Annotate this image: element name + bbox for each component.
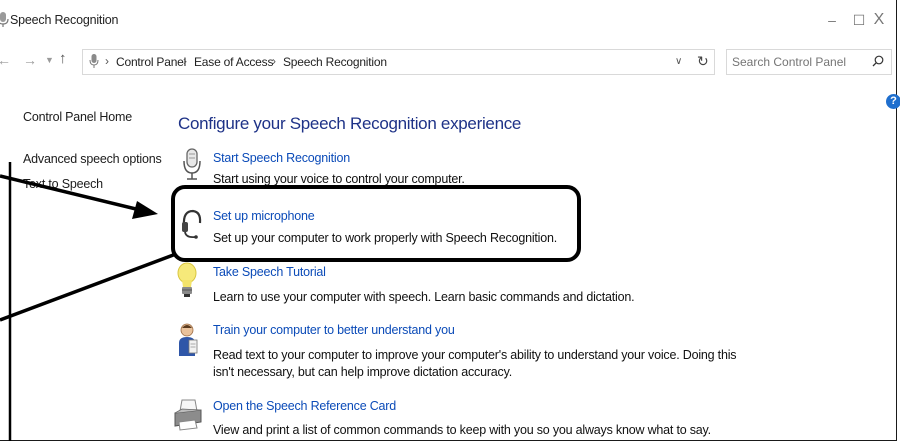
refresh-icon[interactable]: ↻ <box>697 53 709 70</box>
speech-reference-card-link[interactable]: Open the Speech Reference Card <box>213 399 396 413</box>
speech-reference-card-description: View and print a list of common commands… <box>213 423 711 437</box>
microphone-icon <box>89 54 99 68</box>
search-box[interactable] <box>726 49 892 75</box>
forward-arrow-icon[interactable]: → <box>23 52 37 68</box>
highlight-callout-box <box>171 185 581 262</box>
train-computer-description-line-1: Read text to your computer to improve yo… <box>213 348 737 362</box>
page-title: Configure your Speech Recognition experi… <box>178 114 522 133</box>
train-computer-description-line-2: isn't necessary, but can help improve di… <box>213 365 513 379</box>
take-speech-tutorial-link[interactable]: Take Speech Tutorial <box>213 265 326 279</box>
sidebar-item-control-panel-home[interactable]: Control Panel Home <box>23 110 132 124</box>
address-dropdown-chevron-icon[interactable]: ∨ <box>675 56 682 67</box>
window-title: Speech Recognition <box>10 13 119 27</box>
take-speech-tutorial-description: Learn to use your computer with speech. … <box>213 290 635 304</box>
breadcrumb-separator: › <box>272 54 276 68</box>
lightbulb-icon <box>177 262 197 297</box>
back-arrow-icon[interactable]: ← <box>0 52 11 68</box>
start-speech-recognition-link[interactable]: Start Speech Recognition <box>213 151 350 165</box>
title-bar: Speech Recognition – ☐ X <box>0 0 897 40</box>
help-icon[interactable]: ? <box>886 94 900 109</box>
breadcrumb-separator: › <box>183 54 187 68</box>
navigation-bar: ← → ▼ ↑ › Control Panel › Ease of Access… <box>0 44 897 78</box>
breadcrumb-control-panel[interactable]: Control Panel <box>116 55 186 69</box>
microphone-app-icon <box>0 12 9 27</box>
up-arrow-icon[interactable]: ↑ <box>59 50 67 67</box>
search-icon[interactable] <box>872 55 884 67</box>
breadcrumb-ease-of-access[interactable]: Ease of Access <box>194 55 273 69</box>
address-bar[interactable]: › Control Panel › Ease of Access › Speec… <box>82 49 715 75</box>
sidebar-item-advanced-speech-options[interactable]: Advanced speech options <box>23 152 162 166</box>
microphone-icon <box>183 148 201 180</box>
breadcrumb-speech-recognition[interactable]: Speech Recognition <box>283 55 387 69</box>
recent-locations-chevron-icon[interactable]: ▼ <box>45 55 54 65</box>
breadcrumb-separator: › <box>105 54 109 68</box>
search-input[interactable] <box>732 54 860 70</box>
close-button[interactable]: X <box>862 6 896 34</box>
sidebar-item-text-to-speech[interactable]: Text to Speech <box>23 177 103 191</box>
person-icon <box>179 323 198 356</box>
speech-recognition-window: Speech Recognition – ☐ X ← → ▼ ↑ › Contr… <box>0 0 900 441</box>
train-computer-link[interactable]: Train your computer to better understand… <box>213 323 455 337</box>
printer-icon <box>174 399 202 431</box>
